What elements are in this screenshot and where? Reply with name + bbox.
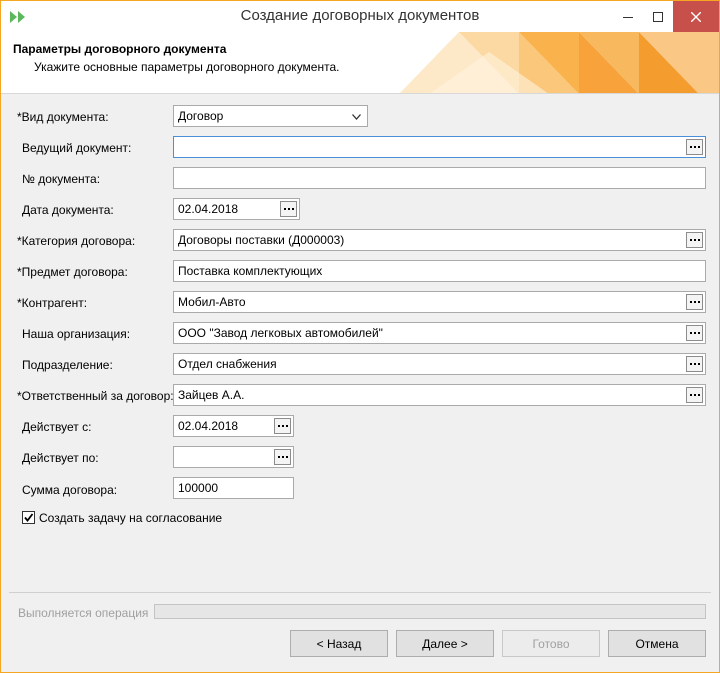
- parameters-form: *Вид документа: Договор Ведущий документ…: [1, 94, 719, 594]
- subject-value: Поставка комплектующих: [178, 264, 323, 278]
- our-org-label: Наша организация:: [22, 327, 131, 341]
- counterparty-field[interactable]: Мобил-Авто: [173, 291, 706, 313]
- maximize-button[interactable]: [643, 1, 673, 32]
- date-picker-button[interactable]: [274, 418, 291, 434]
- ellipsis-button[interactable]: [686, 325, 703, 341]
- responsible-label: *Ответственный за договор:: [17, 389, 174, 403]
- amount-label: Сумма договора:: [22, 483, 118, 497]
- doc-type-value: Договор: [178, 109, 224, 123]
- date-picker-button[interactable]: [280, 201, 297, 217]
- minimize-button[interactable]: [613, 1, 643, 32]
- header-title: Параметры договорного документа: [13, 42, 227, 56]
- checkmark-icon: [24, 513, 34, 522]
- valid-to-label: Действует по:: [22, 451, 99, 465]
- amount-value: 100000: [178, 481, 219, 495]
- valid-to-field[interactable]: [173, 446, 294, 468]
- ellipsis-button[interactable]: [686, 387, 703, 403]
- footer-divider: [9, 592, 711, 593]
- chevron-down-icon: [352, 114, 361, 120]
- back-button[interactable]: < Назад: [290, 630, 388, 657]
- doc-number-input[interactable]: [173, 167, 706, 189]
- responsible-field[interactable]: Зайцев А.А.: [173, 384, 706, 406]
- valid-from-field[interactable]: 02.04.2018: [173, 415, 294, 437]
- progress-label: Выполняется операция: [18, 606, 149, 620]
- our-org-field[interactable]: ООО "Завод легковых автомобилей": [173, 322, 706, 344]
- valid-from-label: Действует с:: [22, 420, 92, 434]
- date-picker-button[interactable]: [274, 449, 291, 465]
- counterparty-label: *Контрагент:: [17, 296, 88, 310]
- counterparty-value: Мобил-Авто: [178, 295, 246, 309]
- minimize-icon: [623, 16, 633, 18]
- ellipsis-button[interactable]: [686, 294, 703, 310]
- close-icon: [691, 11, 701, 22]
- ellipsis-button[interactable]: [686, 139, 703, 155]
- ellipsis-button[interactable]: [686, 232, 703, 248]
- wizard-header: Параметры договорного документа Укажите …: [1, 32, 719, 94]
- lead-doc-field[interactable]: [173, 136, 706, 158]
- lead-doc-label: Ведущий документ:: [22, 141, 132, 155]
- category-field[interactable]: Договоры поставки (Д000003): [173, 229, 706, 251]
- department-label: Подразделение:: [22, 358, 113, 372]
- doc-date-field[interactable]: 02.04.2018: [173, 198, 300, 220]
- header-subtitle: Укажите основные параметры договорного д…: [34, 60, 340, 74]
- valid-from-value: 02.04.2018: [178, 419, 239, 433]
- responsible-value: Зайцев А.А.: [178, 388, 245, 402]
- department-field[interactable]: Отдел снабжения: [173, 353, 706, 375]
- our-org-value: ООО "Завод легковых автомобилей": [178, 326, 383, 340]
- amount-input[interactable]: 100000: [173, 477, 294, 499]
- subject-input[interactable]: Поставка комплектующих: [173, 260, 706, 282]
- header-decoration-icon: [399, 32, 719, 93]
- close-button[interactable]: [673, 1, 719, 32]
- doc-date-label: Дата документа:: [22, 203, 114, 217]
- create-task-label[interactable]: Создать задачу на согласование: [39, 511, 222, 525]
- category-label: *Категория договора:: [17, 234, 136, 248]
- department-value: Отдел снабжения: [178, 357, 277, 371]
- doc-type-select[interactable]: Договор: [173, 105, 368, 127]
- cancel-button[interactable]: Отмена: [608, 630, 706, 657]
- doc-type-label: *Вид документа:: [17, 110, 109, 124]
- next-button[interactable]: Далее >: [396, 630, 494, 657]
- doc-date-value: 02.04.2018: [178, 202, 239, 216]
- window-title: Создание договорных документов: [240, 7, 480, 24]
- subject-label: *Предмет договора:: [17, 265, 128, 279]
- ellipsis-button[interactable]: [686, 356, 703, 372]
- category-value: Договоры поставки (Д000003): [178, 233, 345, 247]
- progress-bar: [154, 604, 706, 619]
- title-bar: Создание договорных документов: [1, 1, 719, 32]
- doc-number-label: № документа:: [22, 172, 101, 186]
- done-button[interactable]: Готово: [502, 630, 600, 657]
- create-task-checkbox[interactable]: [22, 511, 35, 524]
- wizard-window: Создание договорных документов Параметры…: [0, 0, 720, 673]
- maximize-icon: [653, 11, 663, 22]
